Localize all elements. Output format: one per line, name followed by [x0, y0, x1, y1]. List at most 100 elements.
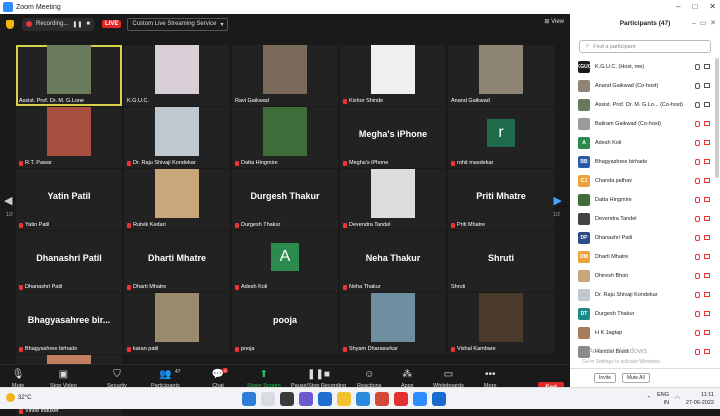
- windows-start-icon[interactable]: [242, 392, 256, 406]
- clock[interactable]: 11:11 27-06-2022: [686, 391, 714, 407]
- video-tile[interactable]: Ravi Gaikwad: [232, 45, 338, 106]
- participant-photo: [371, 45, 415, 94]
- widgets-icon[interactable]: [299, 392, 313, 406]
- participant-row[interactable]: BB Bhagyashree birhade: [578, 153, 714, 170]
- search-icon[interactable]: [261, 392, 275, 406]
- video-camera-icon: [704, 82, 710, 88]
- security-button[interactable]: ⛉ Security: [107, 369, 127, 389]
- close-icon[interactable]: ✕: [709, 2, 716, 11]
- video-tile[interactable]: Datta Hingmire: [232, 107, 338, 168]
- minimize-icon[interactable]: –: [676, 2, 680, 11]
- video-off-icon: [704, 348, 710, 354]
- panel-window-controls[interactable]: – ▭ ✕: [692, 19, 716, 27]
- language-indicator[interactable]: ENG IN: [657, 391, 669, 407]
- participant-display-name: Yatin Patil: [47, 191, 91, 201]
- participant-row[interactable]: Devendra Tandel: [578, 210, 714, 227]
- participant-row[interactable]: A Adesh Koli: [578, 134, 714, 151]
- video-tile[interactable]: r rohit masdekar: [448, 107, 554, 168]
- participant-search-input[interactable]: ⌕ Find a participant: [579, 40, 711, 53]
- store-icon[interactable]: [356, 392, 370, 406]
- video-tile[interactable]: Dr. Raju Shivaji Kondekar: [124, 107, 230, 168]
- pause-icon[interactable]: ❚❚: [72, 21, 82, 28]
- participant-row[interactable]: Datta Hingmire: [578, 191, 714, 208]
- video-tile[interactable]: Shyam Dharasurkar: [340, 293, 446, 354]
- participant-row[interactable]: CJ Chanda jadhav: [578, 172, 714, 189]
- video-tile[interactable]: K.G.U.C.: [124, 45, 230, 106]
- muted-mic-icon: [695, 196, 700, 203]
- participant-row[interactable]: DM Dharti Mhatre: [578, 248, 714, 265]
- muted-mic-icon: [695, 139, 700, 146]
- participants-button[interactable]: 👥 47 Participants: [151, 369, 181, 389]
- video-tile[interactable]: Bhagyasahree bir... Bhagyashree birhade: [16, 293, 122, 354]
- more-button[interactable]: ••• More: [484, 369, 497, 389]
- whiteboards-button[interactable]: ▭ Whiteboards: [433, 369, 464, 389]
- video-tile[interactable]: Assist. Prof. Dr. M. G.Lone: [16, 45, 122, 106]
- participant-name-label: Shruti: [451, 284, 465, 290]
- recording-indicator[interactable]: Recording... ❚❚ ■: [22, 17, 95, 31]
- participant-status-icons: [695, 120, 710, 127]
- participant-row[interactable]: DP Dhanashri Patil: [578, 229, 714, 246]
- video-tile[interactable]: pooja pooja: [232, 293, 338, 354]
- video-tile[interactable]: A Adesh Koli: [232, 231, 338, 292]
- next-page-icon[interactable]: ▶: [554, 194, 562, 207]
- participant-row[interactable]: Dr. Raju Shivaji Kondekar: [578, 286, 714, 303]
- participant-name-label: Adesh Koli: [235, 284, 267, 290]
- activate-windows-title: Activate Windows: [588, 346, 648, 355]
- streaming-service-select[interactable]: Custom Live Streaming Service ▾: [127, 17, 229, 31]
- tray-chevron-icon[interactable]: ⌃: [647, 396, 652, 402]
- participant-list-scrollbar[interactable]: [715, 58, 719, 178]
- participant-row[interactable]: Baliram Gaikwad (Co-host): [578, 115, 714, 132]
- participant-row[interactable]: H K Jagtap: [578, 324, 714, 341]
- activate-windows-subtitle: Go to Settings to activate Windows.: [582, 359, 661, 365]
- chrome-icon[interactable]: [375, 392, 389, 406]
- participant-row[interactable]: KGUC K.G.U.C. (Host, me): [577, 58, 714, 75]
- participant-name: Neha Thakur: [349, 284, 381, 290]
- video-tile[interactable]: Durgesh Thakur Durgesh Thakur: [232, 169, 338, 230]
- participant-row[interactable]: Dhiresh Bhoir: [578, 267, 714, 284]
- zoom-taskbar-icon[interactable]: [413, 392, 427, 406]
- participant-row[interactable]: Anand Gaikwad (Co-host): [578, 77, 714, 94]
- edge-browser-icon[interactable]: [318, 392, 332, 406]
- video-tile[interactable]: Shruti Shruti: [448, 231, 554, 292]
- mute-all-button[interactable]: Mute All: [621, 373, 650, 383]
- video-tile[interactable]: Priti Mhatre Priti Mhatre: [448, 169, 554, 230]
- task-view-icon[interactable]: [280, 392, 294, 406]
- stop-icon[interactable]: ■: [86, 21, 90, 27]
- video-tile[interactable]: Neha Thakur Neha Thakur: [340, 231, 446, 292]
- video-tile[interactable]: Dharti Mhatre Dharti Mhatre: [124, 231, 230, 292]
- weather-widget[interactable]: 32°C: [6, 393, 31, 402]
- mute-button[interactable]: 🎙 Mute: [12, 369, 25, 389]
- video-tile[interactable]: R.T. Pawar: [16, 107, 122, 168]
- invite-button[interactable]: Invite: [594, 373, 616, 383]
- maximize-icon[interactable]: □: [692, 2, 697, 11]
- video-tile[interactable]: Kishor Shinde: [340, 45, 446, 106]
- share-screen-button[interactable]: ⬆ Share Screen: [247, 369, 281, 389]
- participant-photo: [371, 169, 415, 218]
- stop-video-button[interactable]: ▣ Stop Video: [50, 369, 77, 389]
- apps-button[interactable]: ⁂ Apps: [401, 369, 414, 389]
- video-tile[interactable]: Anand Gaikwad: [448, 45, 554, 106]
- participant-row[interactable]: Assist. Prof. Dr. M. G.Lo... (Co-host): [578, 96, 714, 113]
- participant-row[interactable]: DT Durgesh Thakur: [578, 305, 714, 322]
- reactions-button[interactable]: ☺ Reactions: [357, 369, 381, 389]
- participant-name-label: K.G.U.C.: [127, 98, 149, 104]
- pause-stop-recording-button[interactable]: ❚❚■ Pause/Stop Recording: [291, 369, 346, 389]
- video-tile[interactable]: Dhanashri Patil Dhanashri Patil: [16, 231, 122, 292]
- security-shield-icon[interactable]: [6, 19, 14, 29]
- file-explorer-icon[interactable]: [337, 392, 351, 406]
- participant-row-name: Dhanashri Patil: [595, 234, 633, 241]
- apps-icon: ⁂: [402, 369, 413, 380]
- view-button[interactable]: ⊞ View: [544, 18, 564, 25]
- wifi-icon[interactable]: ◠: [675, 396, 680, 402]
- video-tile[interactable]: Vishal Kambare: [448, 293, 554, 354]
- app-icon[interactable]: [394, 392, 408, 406]
- video-tile[interactable]: Devendra Tandel: [340, 169, 446, 230]
- video-tile[interactable]: Rutvik Kedari: [124, 169, 230, 230]
- video-tile[interactable]: Yatin Patil Yatin Patil: [16, 169, 122, 230]
- video-tile[interactable]: karan patil: [124, 293, 230, 354]
- chat-button[interactable]: 💬 4 Chat: [212, 368, 229, 389]
- more-icon: •••: [485, 369, 496, 380]
- prev-page-icon[interactable]: ◀: [4, 194, 12, 207]
- word-icon[interactable]: [432, 392, 446, 406]
- video-tile[interactable]: Megha's iPhone Megha's iPhone: [340, 107, 446, 168]
